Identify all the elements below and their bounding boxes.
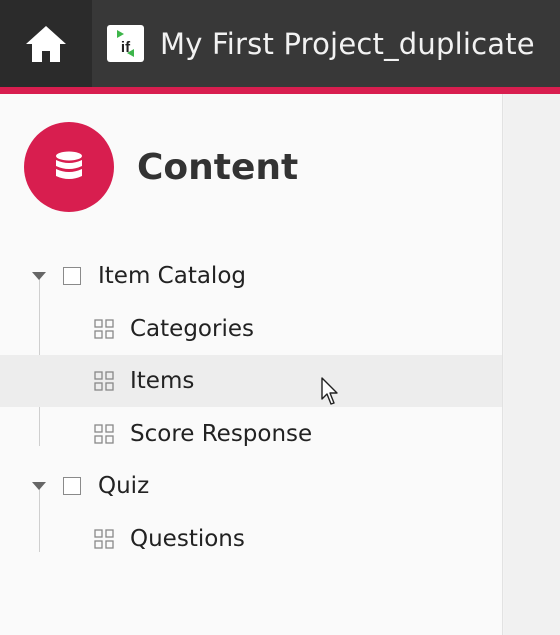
grid-icon [94, 424, 114, 444]
main-content-area [504, 94, 560, 635]
tree-item-label: Score Response [130, 421, 313, 447]
group-checkbox[interactable] [63, 477, 81, 495]
tree-item-questions[interactable]: Questions [0, 513, 502, 565]
caret-down-icon[interactable] [32, 272, 46, 280]
tree-item-label: Categories [130, 316, 254, 342]
section-header: Content [24, 122, 298, 212]
mouse-pointer-icon [321, 377, 338, 405]
tree-item-label: Questions [130, 526, 245, 552]
tree-item-categories[interactable]: Categories [0, 303, 502, 355]
home-icon [26, 25, 66, 62]
group-checkbox[interactable] [63, 267, 81, 285]
tree-group-item-catalog[interactable]: Item Catalog [0, 250, 502, 302]
if-logo-icon: if [117, 30, 134, 57]
grid-icon [94, 371, 114, 391]
grid-icon [94, 529, 114, 549]
tree-group-label: Item Catalog [98, 263, 246, 289]
section-icon-badge [24, 122, 114, 212]
tree-item-score-response[interactable]: Score Response [0, 408, 502, 460]
grid-icon [94, 319, 114, 339]
svg-text:if: if [121, 39, 131, 56]
home-button[interactable] [0, 0, 92, 87]
project-title: My First Project_duplicate [160, 26, 535, 61]
tree-group-quiz[interactable]: Quiz [0, 460, 502, 512]
top-bar: if My First Project_duplicate [0, 0, 560, 87]
project-header: if My First Project_duplicate [107, 0, 535, 87]
tree-item-items[interactable]: Items [0, 355, 502, 407]
caret-down-icon[interactable] [32, 482, 46, 490]
accent-bar [0, 87, 560, 94]
section-title: Content [137, 146, 299, 188]
app-logo[interactable]: if [107, 25, 144, 62]
database-icon [56, 151, 82, 179]
sidebar: Content Item Catalog Categories Items Sc… [0, 94, 503, 635]
tree-group-label: Quiz [98, 473, 150, 499]
tree-item-label: Items [130, 368, 195, 394]
